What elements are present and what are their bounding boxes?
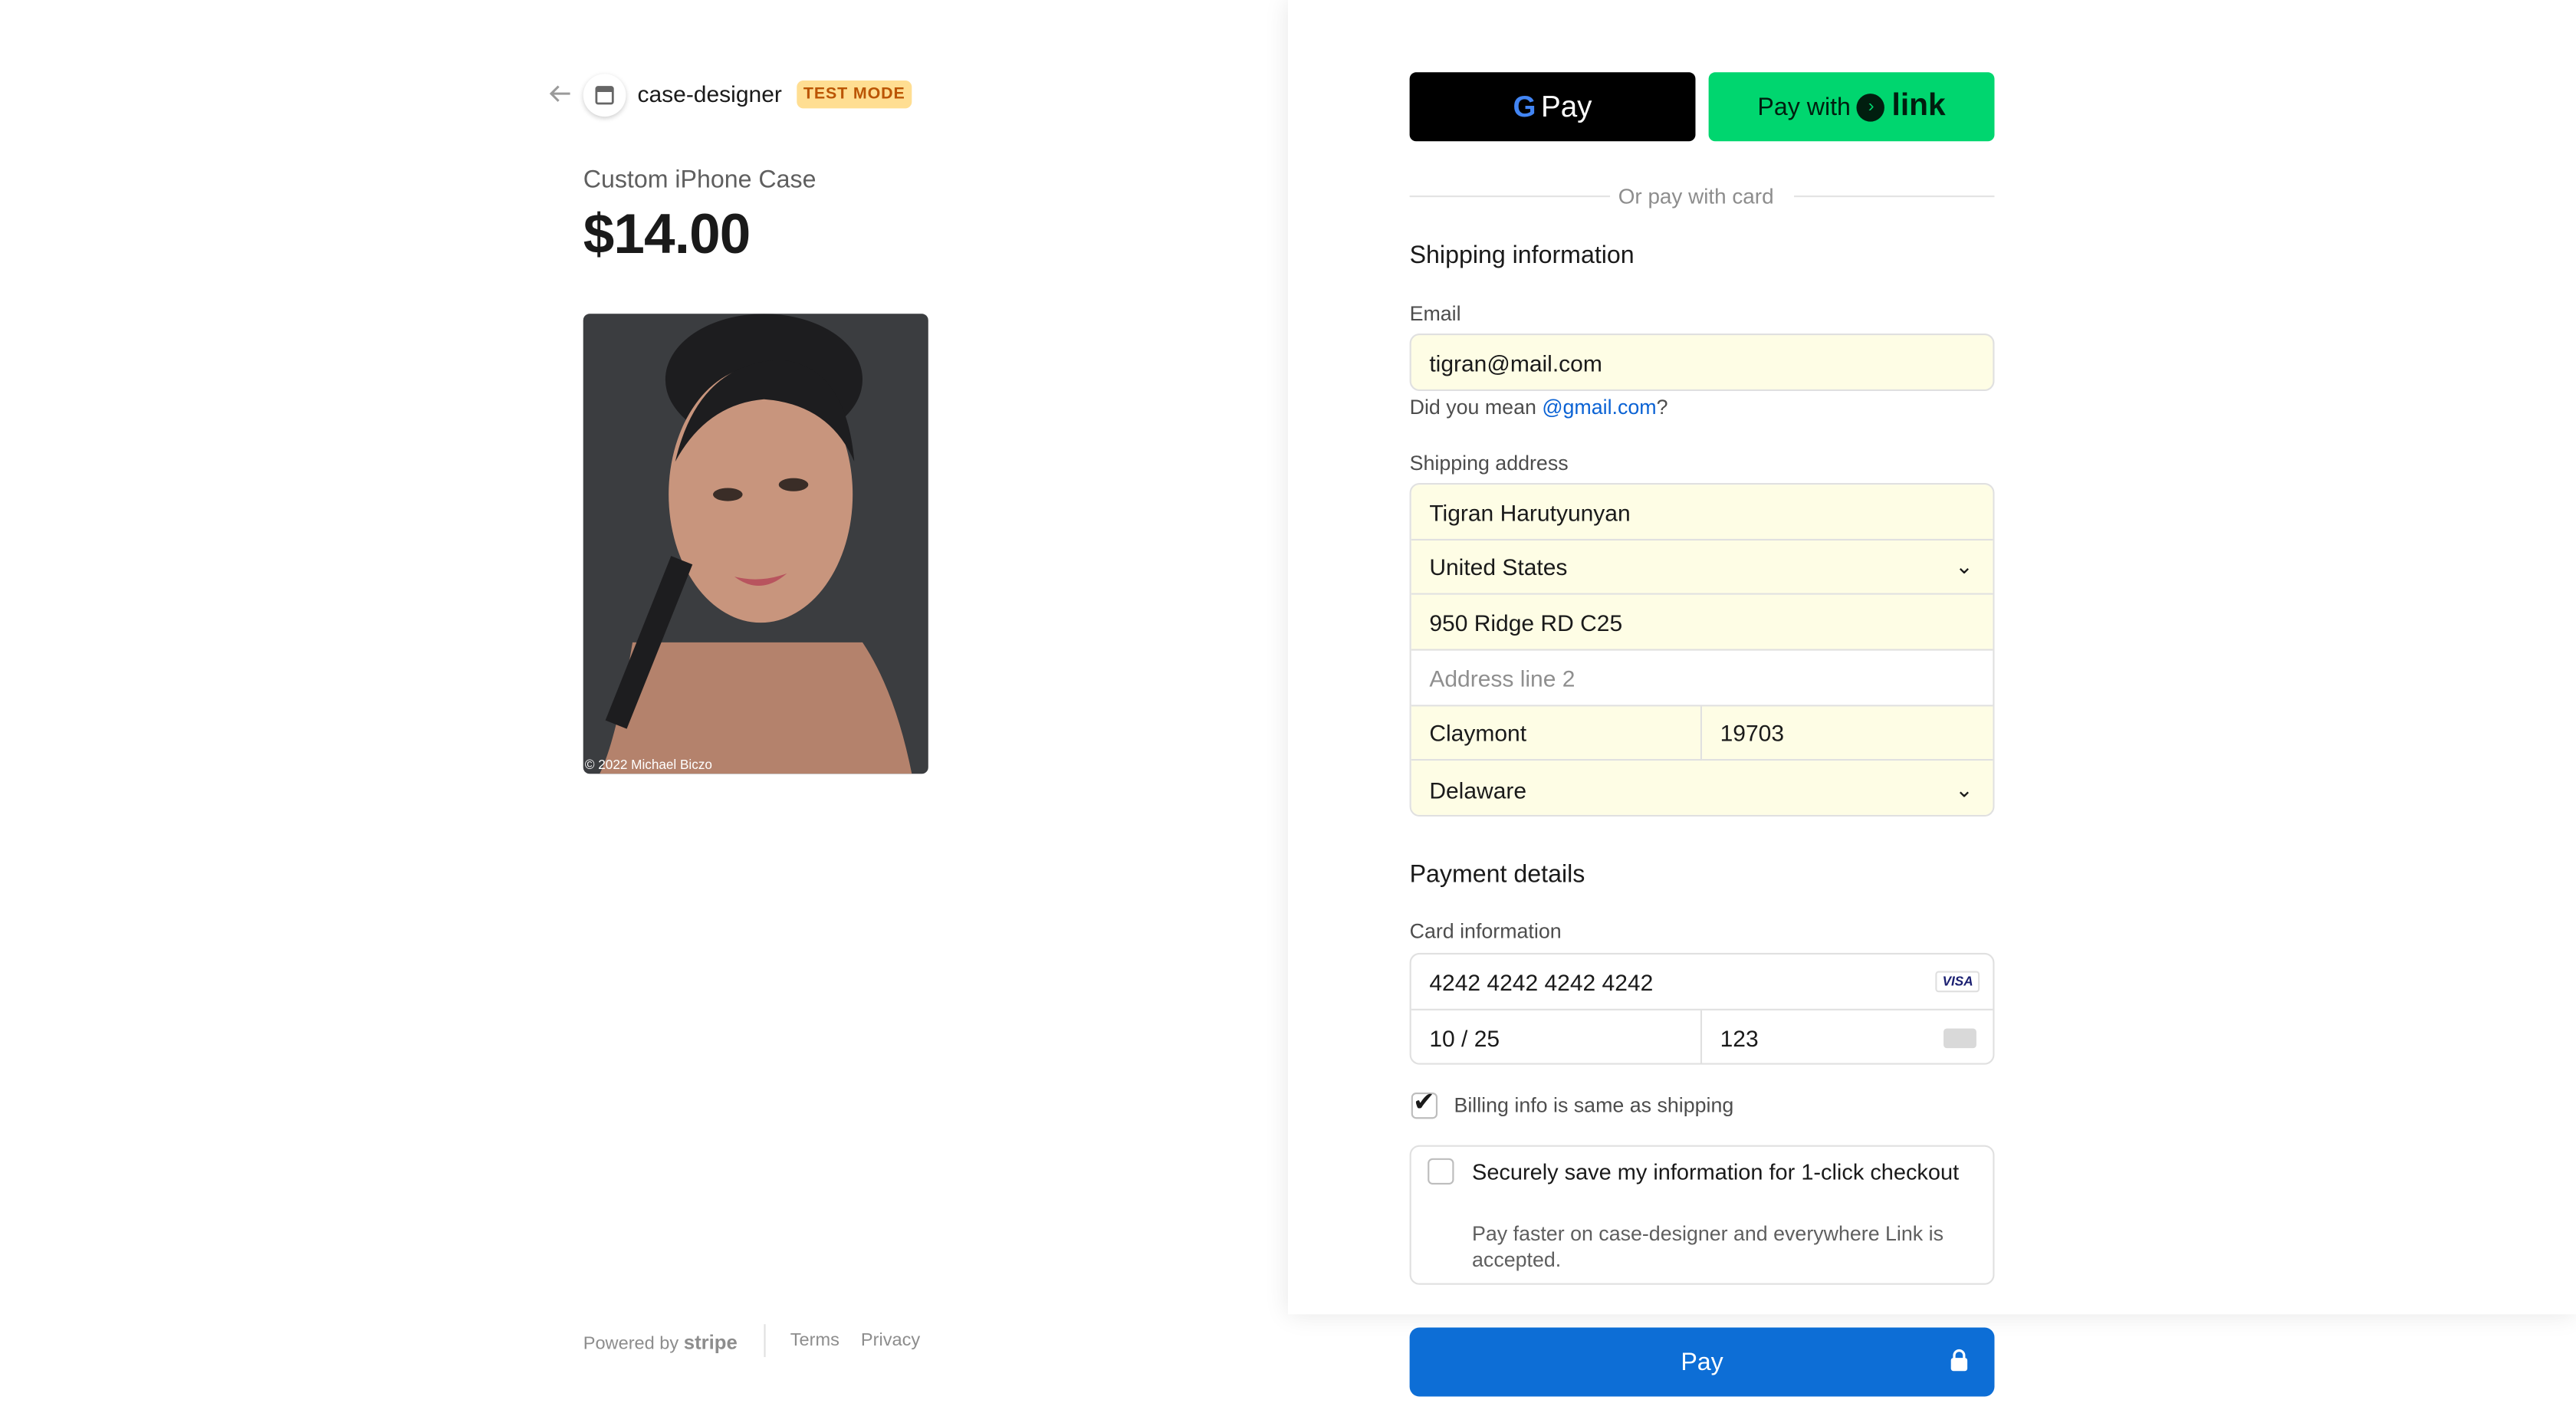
divider-line-left xyxy=(1409,196,1611,198)
state-select[interactable]: Delaware ⌄ xyxy=(1411,761,1993,815)
visa-icon: VISA xyxy=(1936,971,1980,993)
summary-panel: case-designer TEST MODE Custom iPhone Ca… xyxy=(0,0,1289,1413)
cvc-card-icon xyxy=(1944,1028,1976,1049)
lock-icon xyxy=(1950,1349,1968,1372)
card-number-value: 4242 4242 4242 4242 xyxy=(1429,968,1654,995)
pay-label: Pay xyxy=(1681,1348,1723,1376)
email-field[interactable]: tigran@mail.com xyxy=(1409,334,1995,392)
hint-prefix: Did you mean xyxy=(1409,396,1543,419)
state-value: Delaware xyxy=(1429,776,1527,803)
save-info-subtitle: Pay faster on case-designer and everywhe… xyxy=(1472,1222,1944,1272)
chevron-down-icon: ⌄ xyxy=(1955,554,1973,579)
country-value: United States xyxy=(1429,554,1568,580)
address-group: Tigran Harutyunyan United States ⌄ 950 R… xyxy=(1409,483,1995,817)
link-wordmark: link xyxy=(1891,88,1946,123)
terms-link[interactable]: Terms xyxy=(790,1331,840,1351)
pay-button[interactable]: Pay xyxy=(1409,1327,1995,1397)
powered-by-text: Powered by xyxy=(583,1334,679,1354)
google-g-icon: G xyxy=(1513,89,1536,123)
photo-credit: © 2022 Michael Biczo xyxy=(584,757,712,773)
save-info-checkbox[interactable] xyxy=(1428,1158,1454,1185)
divider-line-right xyxy=(1794,196,1995,198)
hint-suffix: ? xyxy=(1656,396,1668,419)
address-line2-field[interactable]: Address line 2 xyxy=(1411,651,1993,707)
chevron-down-icon: ⌄ xyxy=(1955,776,1973,801)
powered-by: Powered by stripe xyxy=(583,1331,738,1354)
card-label: Card information xyxy=(1409,920,1562,944)
product-price: $14.00 xyxy=(583,203,751,267)
country-select[interactable]: United States ⌄ xyxy=(1411,541,1993,595)
shipping-title: Shipping information xyxy=(1409,242,1635,270)
store-name: case-designer xyxy=(637,81,782,107)
or-pay-with-card: Or pay with card xyxy=(1618,184,1774,209)
test-mode-badge: TEST MODE xyxy=(797,81,912,109)
cvc-field[interactable]: 123 xyxy=(1702,1010,1993,1063)
email-value: tigran@mail.com xyxy=(1429,349,1602,376)
save-info-title: Securely save my information for 1-click… xyxy=(1472,1159,1960,1185)
card-group: 4242 4242 4242 4242 VISA 10 / 25 123 xyxy=(1409,952,1995,1065)
link-pay-button[interactable]: Pay with › link xyxy=(1708,72,1995,142)
city-field[interactable]: Claymont xyxy=(1411,706,1703,761)
name-field[interactable]: Tigran Harutyunyan xyxy=(1411,485,1993,541)
billing-same-label: Billing info is same as shipping xyxy=(1454,1094,1734,1118)
address-label: Shipping address xyxy=(1409,452,1569,475)
product-image xyxy=(583,314,928,774)
email-label: Email xyxy=(1409,302,1461,326)
store-icon xyxy=(583,74,626,117)
stripe-logo[interactable]: stripe xyxy=(684,1331,738,1354)
zip-field[interactable]: 19703 xyxy=(1702,706,1993,761)
payment-title: Payment details xyxy=(1409,860,1585,889)
back-arrow-icon[interactable] xyxy=(549,82,575,108)
google-pay-button[interactable]: G Pay xyxy=(1409,72,1696,142)
card-number-field[interactable]: 4242 4242 4242 4242 VISA xyxy=(1411,955,1993,1010)
privacy-link[interactable]: Privacy xyxy=(861,1331,920,1351)
billing-same-checkbox[interactable]: ✔ xyxy=(1411,1090,1438,1119)
cvc-value: 123 xyxy=(1720,1025,1759,1052)
address-line1-field[interactable]: 950 Ridge RD C25 xyxy=(1411,594,1993,651)
gpay-label: Pay xyxy=(1541,89,1592,123)
link-pay-prefix: Pay with xyxy=(1757,93,1851,121)
link-arrow-icon: › xyxy=(1857,93,1885,121)
email-suggestion-link[interactable]: @gmail.com xyxy=(1542,396,1656,419)
footer-divider xyxy=(764,1324,766,1358)
expiry-field[interactable]: 10 / 25 xyxy=(1411,1010,1703,1063)
product-name: Custom iPhone Case xyxy=(583,166,816,194)
email-suggestion: Did you mean @gmail.com? xyxy=(1410,396,1668,419)
